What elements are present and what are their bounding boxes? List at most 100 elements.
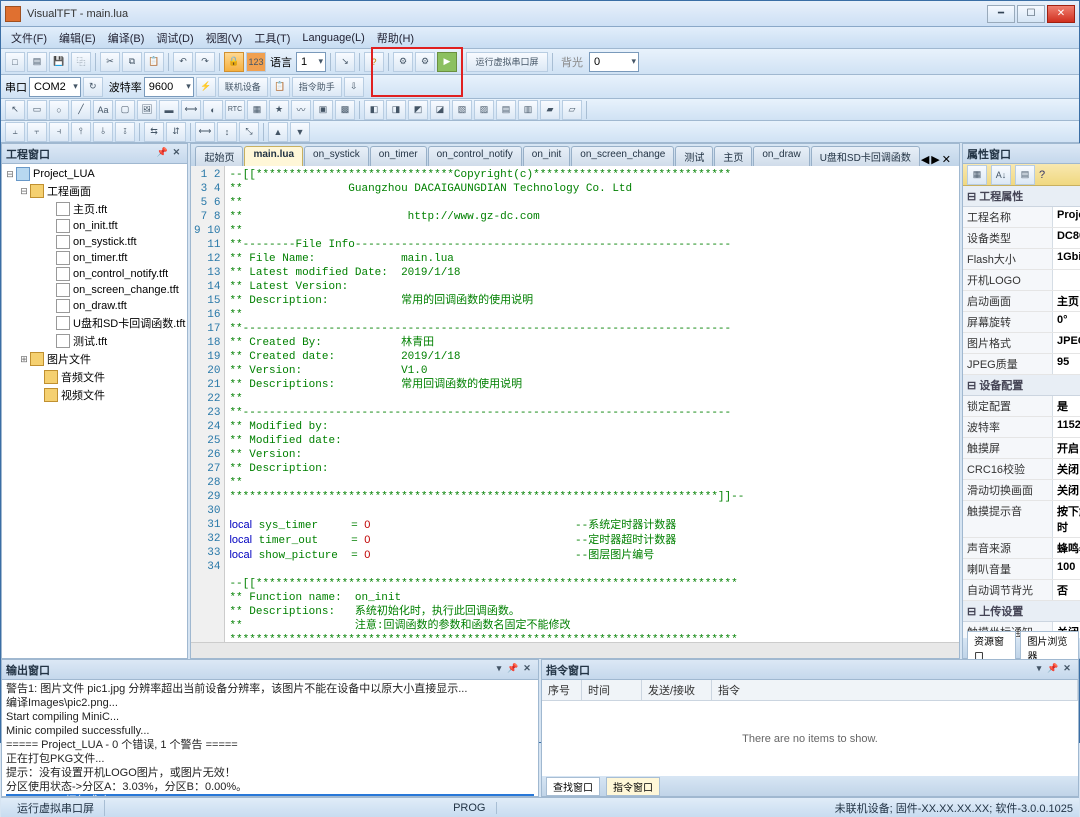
redo-icon[interactable]: ↷ — [195, 52, 215, 72]
same-wh-icon[interactable]: ⤡ — [239, 122, 259, 142]
t9-icon[interactable]: ▰ — [540, 100, 560, 120]
prop-row[interactable]: CRC16校验关闭 — [963, 459, 1080, 480]
cmd-close-icon[interactable]: ✕ — [1060, 663, 1074, 677]
prop-row[interactable]: 设备类型DC80480W070 — [963, 228, 1080, 249]
pointer-icon[interactable]: ↖ — [5, 100, 25, 120]
cmdtab-find[interactable]: 查找窗口 — [546, 777, 600, 796]
menu-edit[interactable]: 编辑(E) — [53, 28, 102, 48]
prop-row[interactable]: JPEG质量95 — [963, 354, 1080, 375]
saveall-icon[interactable]: ⿻ — [71, 52, 91, 72]
menu-file[interactable]: 文件(F) — [5, 28, 53, 48]
cmd-pin-icon[interactable]: ▾ — [1032, 663, 1046, 677]
com-combo[interactable]: COM2 — [29, 77, 81, 97]
save-icon[interactable]: 💾 — [49, 52, 69, 72]
prop-row[interactable]: 开机LOGO — [963, 270, 1080, 291]
tree-file[interactable]: on_draw.tft — [4, 298, 185, 314]
num-icon[interactable]: 123 — [246, 52, 266, 72]
property-grid[interactable]: ⊟ 工程属性工程名称Project_LUA设备类型DC80480W070Flas… — [963, 186, 1080, 638]
prop-row[interactable]: 图片格式JPEG — [963, 333, 1080, 354]
t10-icon[interactable]: ▱ — [562, 100, 582, 120]
tab-test[interactable]: 测试 — [675, 146, 713, 166]
cut-icon[interactable]: ✂ — [100, 52, 120, 72]
prop-row[interactable]: 声音来源蜂鸣器 — [963, 538, 1080, 559]
prop-row[interactable]: 触摸提示音按下触摸控件时 — [963, 501, 1080, 538]
prop-row[interactable]: 锁定配置是 — [963, 396, 1080, 417]
align-top-icon[interactable]: ⫯ — [71, 122, 91, 142]
refresh-icon[interactable]: ↻ — [83, 77, 103, 97]
out-close-icon[interactable]: ✕ — [520, 663, 534, 677]
line-icon[interactable]: ╱ — [71, 100, 91, 120]
prop-row[interactable]: 自动调节背光否 — [963, 580, 1080, 601]
copy-icon[interactable]: ⧉ — [122, 52, 142, 72]
t6-icon[interactable]: ▨ — [474, 100, 494, 120]
cmd-pin2-icon[interactable]: 📌 — [1046, 663, 1060, 677]
connect-button[interactable]: 联机设备 — [218, 77, 268, 97]
tab-start[interactable]: 起始页 — [195, 146, 243, 166]
front-icon[interactable]: ▲ — [268, 122, 288, 142]
prop-row[interactable]: 触摸屏开启 — [963, 438, 1080, 459]
t4-icon[interactable]: ◪ — [430, 100, 450, 120]
menu-debug[interactable]: 调试(D) — [150, 28, 199, 48]
undo-icon[interactable]: ↶ — [173, 52, 193, 72]
prop-row[interactable]: 工程名称Project_LUA — [963, 207, 1080, 228]
tree-file[interactable]: on_control_notify.tft — [4, 266, 185, 282]
new-icon[interactable]: □ — [5, 52, 25, 72]
lang-combo[interactable]: 1 — [296, 52, 326, 72]
t5-icon[interactable]: ▧ — [452, 100, 472, 120]
out-pin-icon[interactable]: ▾ — [492, 663, 506, 677]
prop-az-icon[interactable]: A↓ — [991, 165, 1011, 185]
close-button[interactable]: ✕ — [1047, 5, 1075, 23]
output-text[interactable]: 警告1: 图片文件 pic1.jpg 分辨率超出当前设备分辨率，该图片不能在设备… — [2, 680, 538, 796]
cmd-helper-button[interactable]: 指令助手 — [292, 77, 342, 97]
tab-init[interactable]: on_init — [523, 146, 570, 166]
same-h-icon[interactable]: ↕ — [217, 122, 237, 142]
tab-systick[interactable]: on_systick — [304, 146, 369, 166]
open-icon[interactable]: ▤ — [27, 52, 47, 72]
align-left-icon[interactable]: ⫠ — [5, 122, 25, 142]
prop-row[interactable]: 屏幕旋转0° — [963, 312, 1080, 333]
dist-v-icon[interactable]: ⇵ — [166, 122, 186, 142]
export-icon[interactable]: ⇩ — [344, 77, 364, 97]
editor-hscroll[interactable] — [191, 642, 959, 658]
text-icon[interactable]: Aa — [93, 100, 113, 120]
run-virtual-button[interactable]: 运行虚拟串口屏 — [466, 52, 548, 72]
tree-file[interactable]: 主页.tft — [4, 200, 185, 218]
prop-row[interactable]: 启动画面主页 — [963, 291, 1080, 312]
rect-icon[interactable]: ▭ — [27, 100, 47, 120]
tab-usd[interactable]: U盘和SD卡回调函数 — [811, 146, 920, 166]
arrow-icon[interactable]: ↘ — [335, 52, 355, 72]
tree-file[interactable]: on_screen_change.tft — [4, 282, 185, 298]
bright-combo[interactable]: 0 — [589, 52, 639, 72]
rtc-icon[interactable]: RTC — [225, 100, 245, 120]
help-icon[interactable]: ? — [364, 52, 384, 72]
align-right-icon[interactable]: ⫞ — [49, 122, 69, 142]
tree-file[interactable]: on_systick.tft — [4, 234, 185, 250]
button-icon[interactable]: ▢ — [115, 100, 135, 120]
tab-timer[interactable]: on_timer — [370, 146, 427, 166]
slider-icon[interactable]: ⟷ — [181, 100, 201, 120]
t2-icon[interactable]: ◨ — [386, 100, 406, 120]
lock-icon[interactable]: 🔒 — [224, 52, 244, 72]
menu-view[interactable]: 视图(V) — [200, 28, 249, 48]
circle-icon[interactable]: ○ — [49, 100, 69, 120]
pin-icon[interactable]: 📌 — [155, 147, 169, 161]
project-tree[interactable]: ⊟Project_LUA ⊟工程画面 主页.tfton_init.tfton_s… — [2, 164, 187, 658]
code-editor[interactable]: 1 2 3 4 5 6 7 8 9 10 11 12 13 14 15 16 1… — [191, 166, 959, 642]
av-icon[interactable]: ▣ — [313, 100, 333, 120]
align-bot-icon[interactable]: ⫱ — [115, 122, 135, 142]
prop-row[interactable]: 波特率115200 — [963, 417, 1080, 438]
qr-icon[interactable]: ▩ — [335, 100, 355, 120]
anim-icon[interactable]: ▦ — [247, 100, 267, 120]
t3-icon[interactable]: ◩ — [408, 100, 428, 120]
t1-icon[interactable]: ◧ — [364, 100, 384, 120]
align-center-icon[interactable]: ⫟ — [27, 122, 47, 142]
prop-row[interactable]: 喇叭音量100 — [963, 559, 1080, 580]
tree-file[interactable]: U盘和SD卡回调函数.tft — [4, 314, 185, 332]
align-mid-icon[interactable]: ⫰ — [93, 122, 113, 142]
menu-tools[interactable]: 工具(T) — [248, 28, 296, 48]
tab-draw[interactable]: on_draw — [753, 146, 809, 166]
menu-language[interactable]: Language(L) — [296, 30, 370, 46]
tab-main-lua[interactable]: main.lua — [244, 146, 303, 166]
rebuild-icon[interactable]: ⚙ — [415, 52, 435, 72]
maximize-button[interactable]: ☐ — [1017, 5, 1045, 23]
